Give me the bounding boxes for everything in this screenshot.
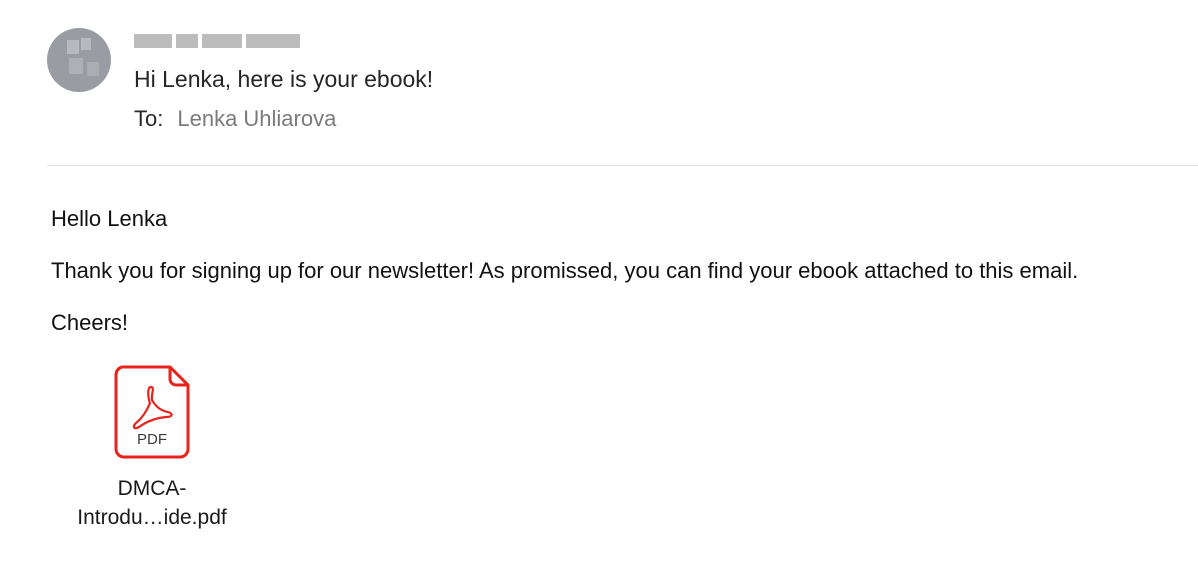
- recipient-name[interactable]: Lenka Uhliarova: [177, 106, 336, 131]
- sender-name-redacted: [134, 31, 300, 51]
- attachment-filename-line2: Introdu…ide.pdf: [77, 506, 227, 529]
- sender-avatar: [47, 28, 111, 92]
- recipient-line: To: Lenka Uhliarova: [134, 106, 336, 132]
- attachment-filename-line1: DMCA-: [117, 477, 187, 500]
- attachment-filename: DMCA- Introdu…ide.pdf: [52, 474, 252, 532]
- email-paragraph: Thank you for signing up for our newslet…: [51, 258, 1079, 283]
- email-subject: Hi Lenka, here is your ebook!: [134, 66, 434, 92]
- pdf-file-icon: PDF: [114, 365, 190, 459]
- pdf-type-label: PDF: [137, 431, 167, 448]
- pdf-attachment[interactable]: PDF DMCA- Introdu…ide.pdf: [52, 365, 252, 532]
- email-greeting: Hello Lenka: [51, 206, 168, 231]
- header-divider: [47, 165, 1198, 166]
- to-label: To:: [134, 106, 164, 131]
- email-signoff: Cheers!: [51, 310, 129, 335]
